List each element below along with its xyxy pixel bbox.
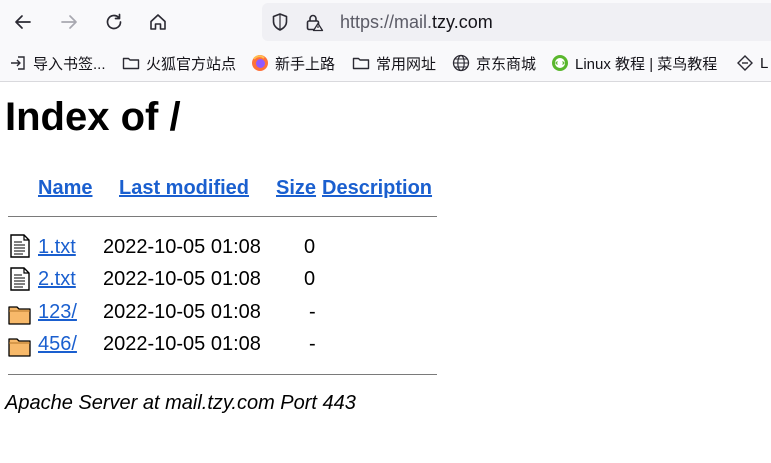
back-arrow-icon	[15, 15, 31, 29]
file-size: 0	[304, 268, 316, 290]
bookmark-label: 常用网址	[376, 55, 437, 73]
bookmark-label: 新手上路	[275, 55, 336, 73]
url-text[interactable]: https://mail.tzy.com	[340, 12, 493, 33]
url-host: tzy.com	[432, 12, 493, 32]
file-size: 0	[304, 236, 316, 258]
back-button[interactable]	[7, 6, 39, 38]
folder-link-456[interactable]: 456/	[38, 333, 77, 356]
forward-arrow-icon	[61, 15, 77, 29]
address-bar[interactable]: https://mail.tzy.com	[262, 3, 771, 41]
bookmark-jd[interactable]: 京东商城	[452, 52, 536, 74]
modified-date: 2022-10-05 01:08	[103, 268, 261, 290]
shield-icon[interactable]	[270, 12, 290, 32]
runoob-icon	[552, 55, 568, 71]
globe-icon	[452, 54, 470, 72]
reload-icon	[106, 13, 122, 30]
bookmark-getting-started[interactable]: 新手上路	[251, 52, 335, 74]
text-file-icon	[10, 234, 30, 258]
browser-toolbar: https://mail.tzy.com	[0, 0, 771, 44]
bookmark-truncated[interactable]: L	[736, 52, 768, 74]
folder-icon	[8, 338, 31, 357]
bookmark-label: L	[760, 54, 769, 72]
folder-icon	[122, 57, 140, 70]
bookmark-label: 导入书签...	[33, 55, 106, 73]
bookmark-label: 京东商城	[476, 55, 537, 73]
url-prefix: https://mail.	[340, 12, 433, 32]
folder-link-123[interactable]: 123/	[38, 301, 77, 324]
column-header-last-modified[interactable]: Last modified	[119, 177, 249, 200]
reload-button[interactable]	[98, 6, 130, 38]
lock-warning-icon[interactable]	[304, 12, 324, 32]
bookmark-common-sites[interactable]: 常用网址	[352, 52, 436, 74]
file-size: -	[309, 333, 316, 355]
bookmark-import[interactable]: 导入书签...	[9, 52, 106, 74]
bookmark-label: 火狐官方站点	[146, 55, 237, 73]
import-icon	[11, 56, 25, 70]
column-header-size[interactable]: Size	[276, 177, 316, 200]
home-button[interactable]	[142, 6, 174, 38]
firefox-icon	[252, 55, 268, 71]
divider-top	[8, 216, 437, 217]
file-link-2-txt[interactable]: 2.txt	[38, 268, 76, 291]
column-header-name[interactable]: Name	[38, 177, 92, 200]
bookmark-firefox-site[interactable]: 火狐官方站点	[122, 52, 236, 74]
forward-button[interactable]	[53, 6, 85, 38]
bookmark-runoob-linux[interactable]: Linux 教程 | 菜鸟教程	[551, 52, 717, 74]
divider-bottom	[8, 374, 437, 375]
column-header-description[interactable]: Description	[322, 177, 432, 200]
file-size: -	[309, 301, 316, 323]
modified-date: 2022-10-05 01:08	[103, 236, 261, 258]
bookmarks-toolbar: 导入书签... 火狐官方站点 新手上路 常用网址 京东商城 Linux 教程 |…	[0, 44, 771, 82]
home-icon	[150, 14, 166, 30]
folder-icon	[352, 57, 370, 70]
text-file-icon	[10, 267, 30, 291]
bookmark-label: Linux 教程 | 菜鸟教程	[575, 55, 718, 73]
server-footer: Apache Server at mail.tzy.com Port 443	[5, 392, 356, 414]
page-title: Index of /	[5, 95, 181, 139]
folder-icon	[8, 306, 31, 325]
modified-date: 2022-10-05 01:08	[103, 301, 261, 323]
link-icon	[737, 55, 753, 71]
modified-date: 2022-10-05 01:08	[103, 333, 261, 355]
file-link-1-txt[interactable]: 1.txt	[38, 236, 76, 259]
